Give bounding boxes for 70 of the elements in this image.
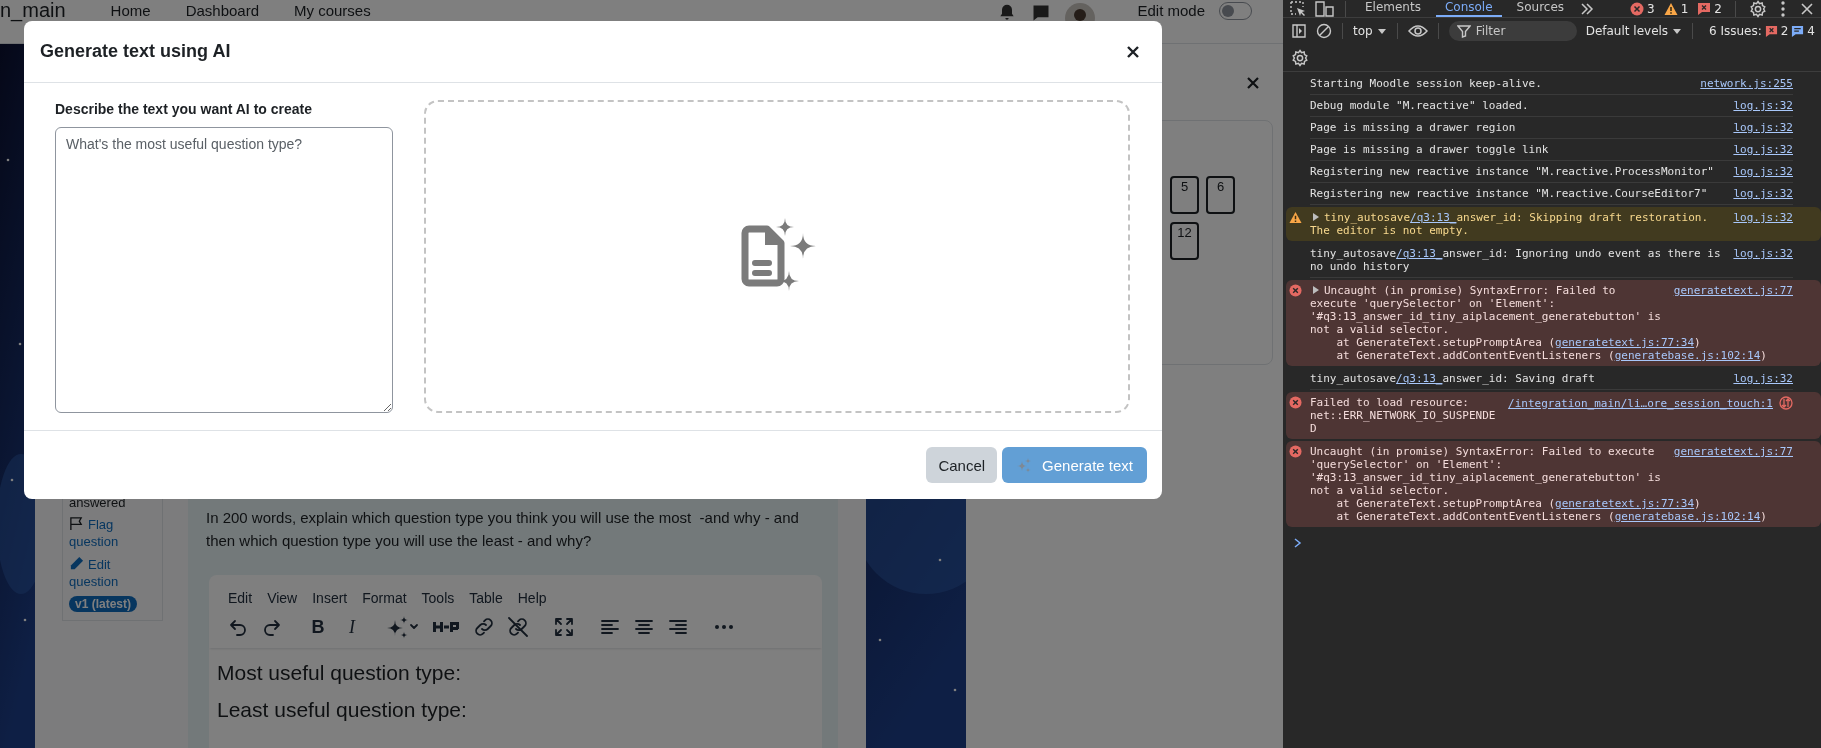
editor-menu-item[interactable]: Table xyxy=(469,590,503,606)
file-link[interactable]: generatetext.js:77:34 xyxy=(1555,497,1695,510)
question-number-button[interactable]: 5 xyxy=(1170,176,1199,214)
cancel-button[interactable]: Cancel xyxy=(926,447,998,483)
editor-menu-item[interactable]: Insert xyxy=(312,590,348,606)
console-message: Page is missing a drawer region xyxy=(1310,121,1517,134)
file-link[interactable]: generatebase.js:102:14 xyxy=(1614,349,1761,362)
devtools-tab[interactable]: Elements xyxy=(1356,0,1430,17)
bold-button[interactable]: B xyxy=(301,610,335,644)
source-link[interactable]: log.js:32 xyxy=(1733,121,1793,134)
source-link[interactable]: network.js:255 xyxy=(1700,77,1793,90)
source-link[interactable]: log.js:32 xyxy=(1733,99,1793,112)
filter-field[interactable]: Filter xyxy=(1448,21,1577,41)
question-number-button[interactable]: 6 xyxy=(1206,176,1235,214)
source-link[interactable]: generatetext.js:77 xyxy=(1673,284,1793,297)
console-message: Uncaught (in promise) SyntaxError: Failed to execute 'querySelector' on 'Element': '#q3:13_answer_id_tiny_aiplacement_generatebutton' is not a valid selector. xyxy=(1310,284,1662,336)
nav-link[interactable]: Home xyxy=(102,2,159,19)
console-message: Registering new reactive instance "M.reactive.ProcessMonitor" xyxy=(1310,165,1715,178)
devtools-tab[interactable]: Console xyxy=(1435,0,1502,17)
version-badge: v1 (latest) xyxy=(69,596,138,612)
file-link[interactable]: /q3:13_ xyxy=(1396,372,1443,385)
devtools-tab[interactable]: Sources xyxy=(1507,0,1574,17)
console-message: Uncaught (in promise) SyntaxError: Failed to execute 'querySelector' on 'Element': '#q3:13_answer_id_tiny_aiplacement_generatebutton' is not a valid selector. xyxy=(1310,445,1662,497)
log-levels-dropdown[interactable]: Default levels xyxy=(1585,24,1683,38)
source-link[interactable]: log.js:32 xyxy=(1733,187,1793,200)
editor-menu-item[interactable]: View xyxy=(267,590,298,606)
console-message: tiny_autosave/q3:13_answer_id: Ignoring undo event as there is no undo history xyxy=(1310,247,1722,273)
editor-menu-item[interactable]: Edit xyxy=(228,590,253,606)
dialog-title: Generate text using AI xyxy=(40,41,231,62)
source-link[interactable]: log.js:32 xyxy=(1733,165,1793,178)
file-link[interactable]: /q3:13_ xyxy=(1410,211,1457,224)
stack-trace-line: at GenerateText.addContentEventListeners (generatebase.js:102:14) xyxy=(1335,349,1768,362)
context-dropdown[interactable]: top xyxy=(1353,24,1387,38)
source-link[interactable]: log.js:32 xyxy=(1733,372,1793,385)
question-number-button[interactable]: 12 xyxy=(1170,222,1199,260)
console-message: Registering new reactive instance "M.reactive.CourseEditor7" xyxy=(1310,187,1709,200)
source-link[interactable]: log.js:32 xyxy=(1733,211,1793,224)
source-link[interactable]: generatetext.js:77 xyxy=(1673,445,1793,458)
editor-menu-item[interactable]: Help xyxy=(517,590,547,606)
stack-trace-line: at GenerateText.addContentEventListeners (generatebase.js:102:14) xyxy=(1335,510,1768,523)
issue-count[interactable]: 2 xyxy=(1697,1,1722,16)
source-link[interactable]: /integration_main/li…ore_session_touch:1 xyxy=(1508,396,1773,410)
editor-heading: Most useful question type: xyxy=(217,660,462,686)
console-message: tiny_autosave/q3:13_answer_id: Saving draft xyxy=(1310,372,1596,385)
file-link[interactable]: /q3:13_ xyxy=(1396,247,1443,260)
console-message: Failed to load resource: net::ERR_NETWORK_IO_SUSPENDED xyxy=(1310,396,1497,435)
editor-menu-item[interactable]: Format xyxy=(362,590,407,606)
italic-button[interactable]: I xyxy=(335,610,369,644)
editor-menu-item[interactable]: Tools xyxy=(421,590,455,606)
edit-mode-label: Edit mode xyxy=(1137,2,1205,19)
editor-heading: Least useful question type: xyxy=(217,697,468,723)
prompt-label: Describe the text you want AI to create xyxy=(55,100,313,118)
warning-count[interactable]: 1 xyxy=(1663,1,1689,16)
prompt-field[interactable]: What's the most useful question type? xyxy=(55,127,393,413)
console-message: Debug module "M.reactive" loaded. xyxy=(1310,99,1530,112)
issues-link[interactable]: 6 Issues: 2 4 xyxy=(1708,24,1815,38)
source-link[interactable]: log.js:32 xyxy=(1733,143,1793,156)
file-link[interactable]: generatebase.js:102:14 xyxy=(1614,510,1761,523)
stack-trace-line: at GenerateText.setupPromptArea (generatetext.js:77:34) xyxy=(1335,497,1702,510)
file-link[interactable]: generatetext.js:77:34 xyxy=(1555,336,1695,349)
error-count[interactable]: 3 xyxy=(1630,1,1655,16)
console-message: Page is missing a drawer toggle link xyxy=(1310,143,1550,156)
source-link[interactable]: log.js:32 xyxy=(1733,247,1793,260)
stack-trace-line: at GenerateText.setupPromptArea (generatetext.js:77:34) xyxy=(1335,336,1702,349)
console-message: Starting Moodle session keep-alive. xyxy=(1310,77,1543,90)
nav-link[interactable]: My courses xyxy=(286,2,379,19)
question-status: answered xyxy=(69,495,126,510)
console-message: tiny_autosave/q3:13_answer_id: Skipping draft restoration. The editor is not empty. xyxy=(1310,211,1710,237)
nav-link[interactable]: Dashboard xyxy=(177,2,267,19)
question-text: In 200 words, explain which question type you think you will use the most -and why - and then which question type you will use the least - and why? xyxy=(206,508,800,551)
